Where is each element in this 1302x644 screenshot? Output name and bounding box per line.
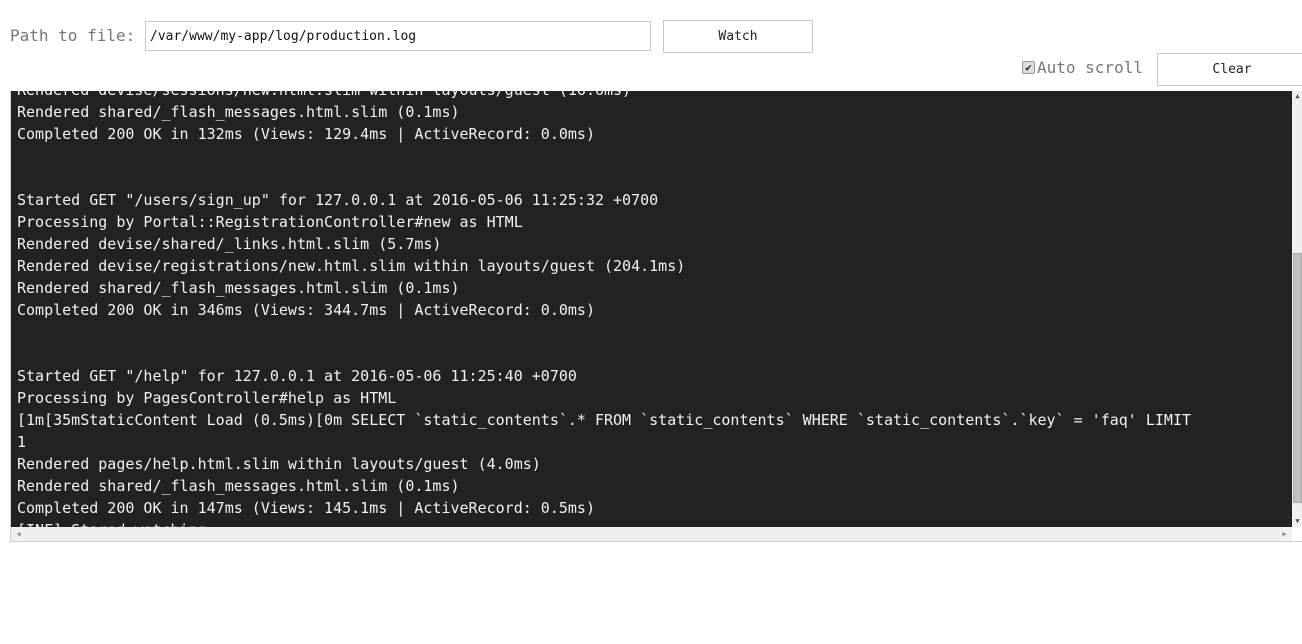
log-line: Rendered devise/shared/_links.html.slim … xyxy=(17,235,442,253)
path-label: Path to file: xyxy=(10,26,136,45)
log-line: [1m[35mStaticContent Load (0.5ms)[0m SEL… xyxy=(17,411,1191,429)
horizontal-scrollbar[interactable]: ◀ ▶ xyxy=(11,527,1292,541)
log-line: Rendered shared/_flash_messages.html.sli… xyxy=(17,477,460,495)
log-line: Completed 200 OK in 132ms (Views: 129.4m… xyxy=(17,125,595,143)
path-input[interactable] xyxy=(145,21,651,51)
vertical-scrollbar[interactable]: ▲ ▼ xyxy=(1292,91,1302,527)
log-line: Rendered devise/sessions/new.html.slim w… xyxy=(17,91,1191,101)
log-line: Rendered pages/help.html.slim within lay… xyxy=(17,455,541,473)
log-line: Completed 200 OK in 346ms (Views: 344.7m… xyxy=(17,301,595,319)
watch-button[interactable]: Watch xyxy=(663,20,813,53)
log-viewer: Rendered devise/sessions/new.html.slim w… xyxy=(10,91,1302,542)
log-output: Rendered devise/sessions/new.html.slim w… xyxy=(11,91,1292,527)
scroll-down-icon[interactable]: ▼ xyxy=(1292,516,1302,527)
autoscroll-checkbox[interactable]: ✔ xyxy=(1022,61,1035,74)
log-line: Started GET "/users/sign_up" for 127.0.0… xyxy=(17,191,659,209)
vertical-scroll-thumb[interactable] xyxy=(1293,253,1302,503)
log-line: Started GET "/help" for 127.0.0.1 at 201… xyxy=(17,367,577,385)
log-line: Completed 200 OK in 147ms (Views: 145.1m… xyxy=(17,499,595,517)
log-line: Processing by PagesController#help as HT… xyxy=(17,389,397,407)
scroll-left-icon[interactable]: ◀ xyxy=(13,527,24,541)
log-line: 1 xyxy=(17,433,27,451)
log-lines: Rendered devise/sessions/new.html.slim w… xyxy=(17,91,1191,527)
scrollbar-corner xyxy=(1292,527,1302,541)
scroll-right-icon[interactable]: ▶ xyxy=(1279,527,1290,541)
scroll-up-icon[interactable]: ▲ xyxy=(1292,91,1302,102)
log-line: Rendered devise/registrations/new.html.s… xyxy=(17,257,686,275)
log-line: Processing by Portal::RegistrationContro… xyxy=(17,213,523,231)
autoscroll-toggle[interactable]: ✔ Auto scroll xyxy=(1022,58,1143,77)
autoscroll-label: Auto scroll xyxy=(1037,58,1143,77)
log-line: Rendered shared/_flash_messages.html.sli… xyxy=(17,279,460,297)
log-line: Rendered shared/_flash_messages.html.sli… xyxy=(17,103,460,121)
log-line: [INF] Stared watching xyxy=(17,519,1191,527)
clear-button[interactable]: Clear xyxy=(1157,53,1302,86)
